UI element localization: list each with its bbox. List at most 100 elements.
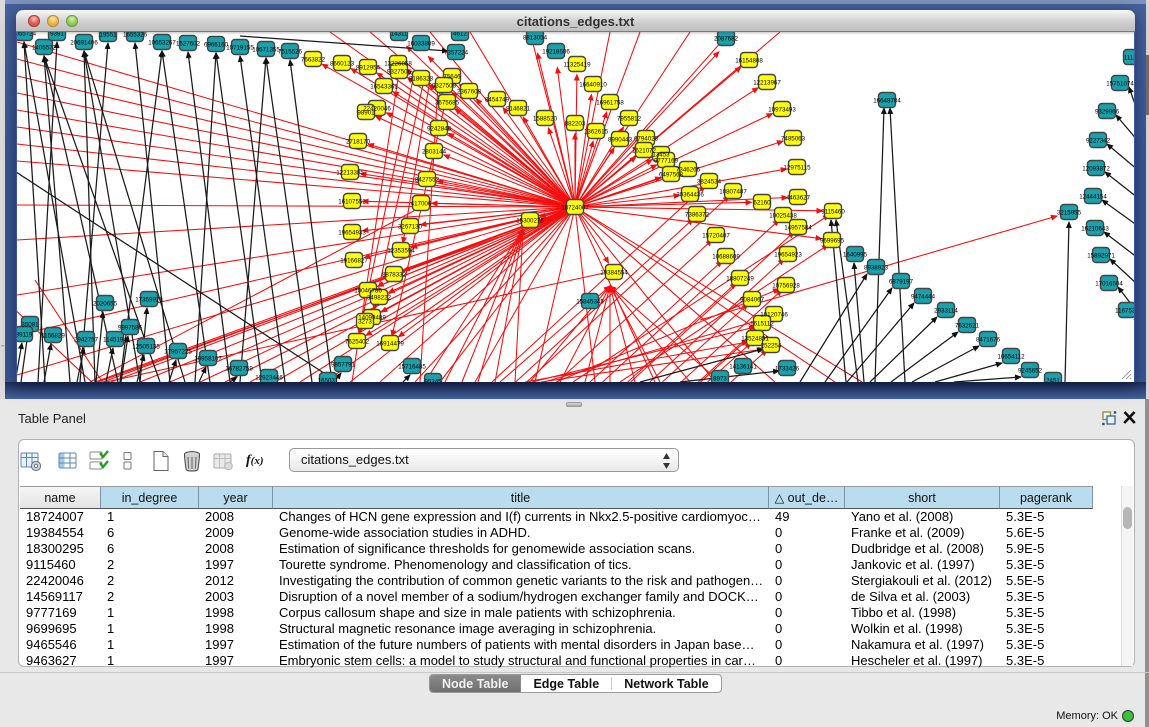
svg-text:14957584: 14957584 [784, 225, 812, 232]
svg-text:3824534: 3824534 [697, 179, 722, 186]
svg-text:16782759: 16782759 [225, 366, 253, 373]
svg-text:2367608: 2367608 [457, 89, 482, 96]
svg-text:9146821: 9146821 [506, 106, 531, 113]
svg-text:8938923: 8938923 [864, 265, 889, 272]
svg-text:7515526: 7515526 [278, 49, 303, 56]
svg-text:417006: 417006 [411, 201, 432, 208]
svg-text:15892971: 15892971 [1087, 253, 1115, 260]
svg-text:9084067: 9084067 [740, 297, 765, 304]
svg-text:3273: 3273 [358, 319, 372, 326]
svg-text:10719155: 10719155 [226, 45, 254, 52]
svg-text:3498222: 3498222 [367, 295, 392, 302]
svg-text:15720407: 15720407 [702, 233, 730, 240]
svg-text:2451: 2451 [1046, 378, 1060, 383]
svg-text:10807487: 10807487 [719, 189, 747, 196]
svg-text:1156829: 1156829 [41, 333, 65, 340]
svg-text:2718170: 2718170 [346, 139, 371, 146]
svg-text:7955812: 7955812 [617, 116, 642, 123]
svg-text:12975115: 12975115 [783, 165, 811, 172]
svg-text:6966160: 6966160 [204, 42, 229, 49]
svg-text:15716485: 15716485 [398, 364, 426, 371]
svg-text:15300275: 15300275 [516, 218, 544, 225]
svg-text:9329966: 9329966 [1095, 109, 1120, 116]
svg-text:8878332: 8878332 [382, 272, 407, 279]
svg-text:16210643: 16210643 [1081, 226, 1109, 233]
svg-text:165031: 165031 [318, 378, 339, 383]
svg-text:16107552: 16107552 [338, 199, 366, 206]
svg-text:13226058: 13226058 [384, 61, 412, 68]
svg-text:6879197: 6879197 [889, 279, 914, 286]
svg-text:7357224: 7357224 [444, 50, 469, 57]
svg-text:16640910: 16640910 [579, 82, 607, 89]
svg-text:12444154: 12444154 [1079, 194, 1107, 201]
svg-text:8660123: 8660123 [330, 61, 355, 68]
svg-text:9474444: 9474444 [911, 294, 936, 301]
svg-text:8973: 8973 [713, 376, 727, 383]
svg-text:9115460: 9115460 [821, 209, 845, 216]
svg-text:20691406: 20691406 [70, 40, 98, 47]
svg-text:1588520: 1588520 [533, 116, 558, 123]
svg-text:4463627: 4463627 [786, 195, 811, 202]
svg-text:19166827: 19166827 [340, 258, 368, 265]
svg-text:9997586: 9997586 [118, 325, 143, 332]
svg-text:3267130: 3267130 [398, 224, 423, 231]
svg-text:7663822: 7663822 [301, 57, 326, 64]
svg-text:16033809: 16033809 [407, 41, 435, 48]
svg-text:12353594: 12353594 [387, 248, 415, 255]
svg-text:18724007: 18724007 [561, 205, 589, 212]
svg-text:7485063: 7485063 [781, 136, 806, 143]
svg-text:8186328: 8186328 [409, 76, 434, 83]
svg-text:10654112: 10654112 [997, 354, 1025, 361]
svg-text:16154808: 16154808 [735, 58, 763, 65]
svg-text:17359928: 17359928 [135, 297, 163, 304]
svg-text:1615112: 1615112 [750, 321, 774, 328]
svg-text:35081: 35081 [21, 322, 39, 329]
svg-text:16648784: 16648784 [873, 98, 901, 105]
svg-text:8912954: 8912954 [356, 65, 381, 72]
svg-text:2933114: 2933114 [934, 308, 958, 315]
svg-text:2803144: 2803144 [422, 149, 447, 156]
svg-text:95245: 95245 [424, 379, 442, 383]
svg-text:1733426: 1733426 [775, 366, 800, 373]
svg-text:9777169: 9777169 [654, 158, 679, 165]
svg-text:16543362: 16543362 [370, 84, 398, 91]
svg-text:10973493: 10973493 [768, 107, 796, 114]
svg-text:13524851: 13524851 [741, 336, 769, 343]
svg-text:6794028: 6794028 [634, 136, 659, 143]
svg-text:1145194: 1145194 [103, 337, 127, 344]
svg-text:12505135: 12505135 [132, 344, 160, 351]
svg-text:10046786: 10046786 [354, 288, 382, 295]
svg-text:1362615: 1362615 [584, 129, 609, 136]
svg-text:11325419: 11325419 [563, 62, 591, 69]
svg-text:19384554: 19384554 [600, 270, 628, 277]
svg-text:12213967: 12213967 [753, 80, 781, 87]
svg-text:7386372: 7386372 [685, 212, 710, 219]
svg-text:10688609: 10688609 [712, 254, 740, 261]
svg-text:19654933: 19654933 [338, 230, 366, 237]
svg-text:19654923: 19654923 [774, 252, 802, 259]
svg-text:1405572: 1405572 [32, 45, 57, 52]
svg-text:75646: 75646 [443, 74, 461, 81]
svg-text:9857791: 9857791 [331, 362, 356, 369]
svg-text:17957225: 17957225 [164, 349, 192, 356]
svg-text:10653267: 10653267 [148, 40, 176, 47]
svg-text:9245652: 9245652 [1018, 368, 1043, 375]
svg-text:15751074: 15751074 [1106, 81, 1134, 88]
svg-text:12213385: 12213385 [336, 170, 364, 177]
svg-text:39119: 39119 [17, 332, 33, 339]
svg-text:2087682: 2087682 [714, 36, 739, 43]
svg-text:15845345: 15845345 [576, 299, 604, 306]
svg-text:10671355: 10671355 [252, 47, 280, 54]
svg-text:9242848: 9242848 [427, 126, 452, 133]
svg-text:3215955: 3215955 [1057, 210, 1082, 217]
svg-text:8454749: 8454749 [485, 97, 510, 104]
svg-text:1527602: 1527602 [176, 41, 201, 48]
svg-text:11129: 11129 [1124, 55, 1134, 62]
svg-text:8813054: 8813054 [523, 35, 548, 42]
svg-text:98901: 98901 [357, 110, 375, 117]
svg-text:8427552: 8427552 [415, 177, 440, 184]
svg-text:17016504: 17016504 [1095, 281, 1123, 288]
svg-text:9699695: 9699695 [820, 238, 845, 245]
svg-text:14136141: 14136141 [729, 364, 757, 371]
svg-text:252254: 252254 [761, 343, 782, 350]
